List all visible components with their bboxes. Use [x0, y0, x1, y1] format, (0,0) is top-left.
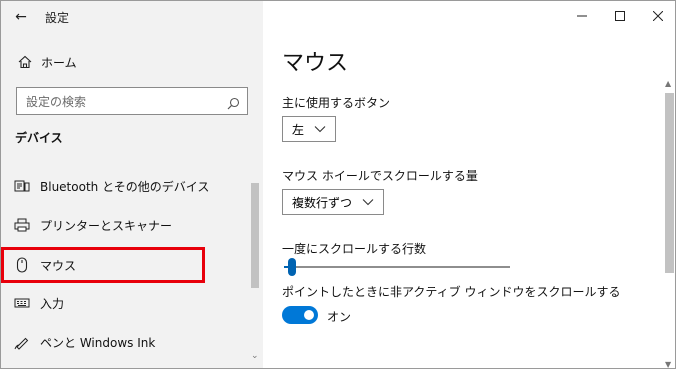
sidebar-scrollbar-thumb[interactable] [251, 183, 259, 288]
minimize-button[interactable] [563, 1, 601, 31]
title-bar: ← 設定 [1, 1, 263, 33]
chevron-down-icon [362, 199, 374, 206]
dropdown-value: 複数行ずつ [292, 195, 353, 210]
bluetooth-devices-icon [14, 178, 30, 194]
window-controls [563, 1, 675, 31]
primary-button-dropdown[interactable]: 左 [282, 116, 337, 142]
sidebar-item-home[interactable]: ホーム [1, 49, 263, 75]
sidebar-scrollbar[interactable]: ⌄ [249, 171, 261, 361]
sidebar-item-label: Bluetooth とその他のデバイス [40, 179, 210, 194]
home-icon [18, 55, 32, 69]
sidebar: ← 設定 ホーム 設定の検索 デバイス Bluetooth とその他のデバイス [1, 1, 263, 368]
primary-button-label: 主に使用するボタン [282, 96, 391, 110]
lines-to-scroll-slider[interactable] [284, 257, 510, 277]
inactive-scroll-label: ポイントしたときに非アクティブ ウィンドウをスクロールする [282, 285, 621, 299]
dropdown-value: 左 [292, 122, 305, 137]
section-title: デバイス [15, 131, 63, 145]
scroll-up-arrow-icon[interactable]: ▲ [665, 79, 671, 88]
search-input[interactable]: 設定の検索 [16, 87, 248, 115]
inactive-scroll-toggle[interactable] [282, 306, 318, 324]
maximize-button[interactable] [601, 1, 639, 31]
sidebar-item-label: プリンターとスキャナー [40, 218, 173, 233]
sidebar-item-label: ペンと Windows Ink [40, 335, 156, 350]
toggle-knob [304, 310, 314, 320]
printer-icon [14, 217, 30, 233]
sidebar-item-label: 入力 [40, 296, 65, 311]
scroll-down-arrow-icon[interactable]: ⌄ [251, 351, 259, 361]
sidebar-item-pen[interactable]: ペンと Windows Ink [1, 325, 249, 359]
search-placeholder: 設定の検索 [26, 94, 87, 109]
minimize-icon [577, 15, 587, 17]
back-button[interactable]: ← [1, 1, 41, 33]
main-content: マウス 主に使用するボタン 左 マウス ホイールでスクロールする量 複数行ずつ … [263, 1, 675, 368]
mouse-icon [14, 257, 30, 273]
sidebar-item-mouse[interactable]: マウス [1, 247, 205, 283]
slider-track [284, 266, 510, 268]
keyboard-icon [14, 295, 30, 311]
sidebar-item-label: ホーム [41, 55, 77, 70]
back-arrow-icon: ← [15, 9, 27, 25]
scroll-down-arrow-icon[interactable]: ▼ [665, 360, 671, 368]
sidebar-item-bluetooth[interactable]: Bluetooth とその他のデバイス [1, 169, 249, 203]
page-title: マウス [282, 51, 349, 76]
close-button[interactable] [639, 1, 675, 31]
pen-icon [14, 334, 30, 350]
sidebar-item-typing[interactable]: 入力 [1, 286, 249, 320]
maximize-icon [615, 11, 625, 21]
wheel-scroll-dropdown[interactable]: 複数行ずつ [282, 189, 385, 215]
main-scrollbar-thumb[interactable] [665, 93, 674, 273]
chevron-down-icon [314, 126, 326, 133]
wheel-scroll-label: マウス ホイールでスクロールする量 [282, 169, 478, 183]
toggle-state-text: オン [327, 310, 352, 324]
app-title: 設定 [45, 10, 70, 25]
close-icon [653, 11, 663, 21]
main-scrollbar[interactable]: ▲ ▼ [663, 79, 675, 368]
search-icon[interactable] [227, 95, 240, 109]
slider-thumb[interactable] [288, 258, 296, 276]
sidebar-item-label: マウス [40, 258, 77, 273]
sidebar-item-printers[interactable]: プリンターとスキャナー [1, 208, 249, 242]
settings-window: ← 設定 ホーム 設定の検索 デバイス Bluetooth とその他のデバイス [0, 0, 676, 369]
lines-to-scroll-label: 一度にスクロールする行数 [282, 242, 427, 256]
